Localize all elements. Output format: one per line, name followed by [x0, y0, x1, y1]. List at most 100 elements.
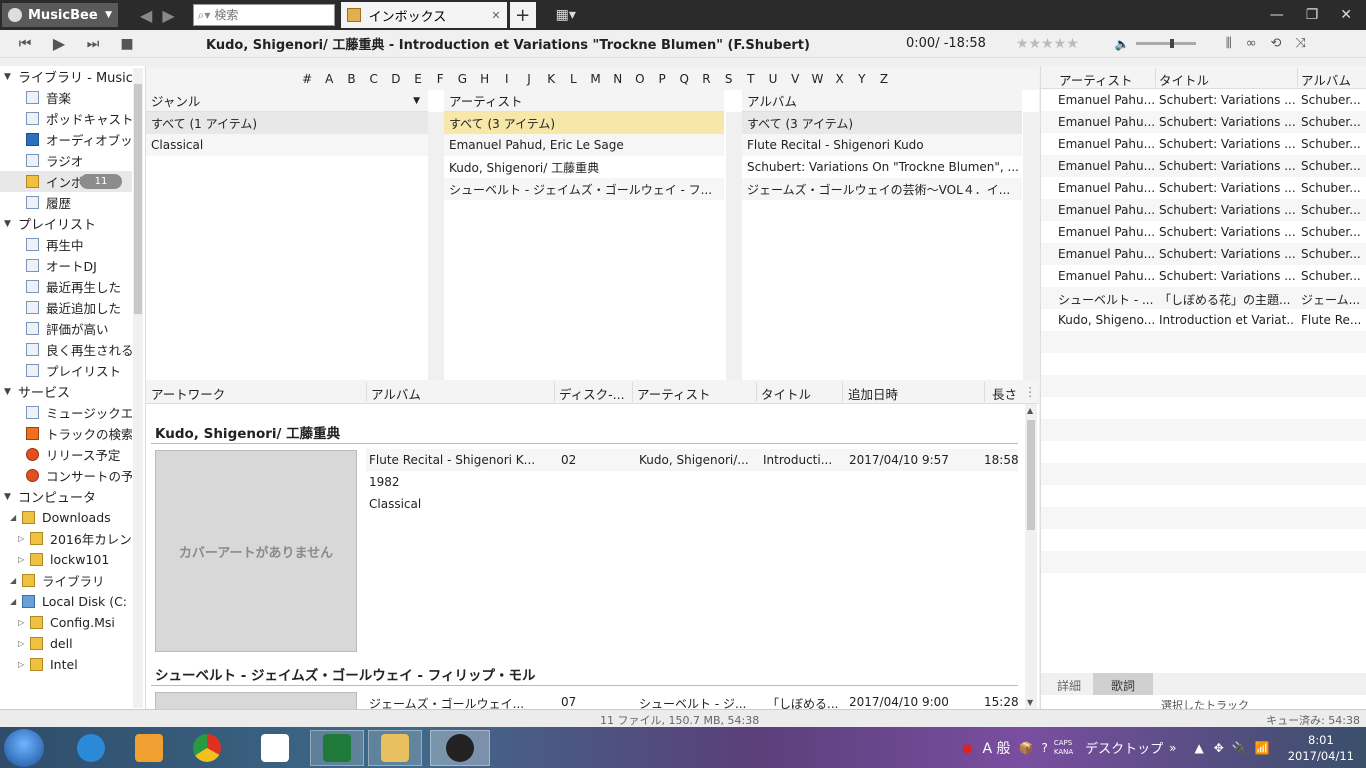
- sidebar-item[interactable]: インボックス11: [0, 171, 132, 192]
- volume-control[interactable]: 🔈: [1115, 37, 1196, 51]
- sidebar-scrollbar[interactable]: [133, 68, 143, 708]
- help-icon[interactable]: ?: [1041, 741, 1047, 755]
- library-section[interactable]: ▼ ライブラリ - Musicb: [0, 66, 145, 87]
- close-tab-icon[interactable]: ✕: [491, 9, 500, 22]
- queue-row[interactable]: シューベルト - ... 「しぼめる花」の主題... ジェーム...: [1041, 287, 1366, 309]
- expand-arrow-icon[interactable]: ◢: [10, 513, 22, 522]
- column-artist[interactable]: アーティスト: [637, 384, 711, 403]
- column-artwork[interactable]: アートワーク: [151, 384, 225, 403]
- sidebar-item[interactable]: オートDJ: [0, 255, 132, 276]
- column-title[interactable]: タイトル: [761, 384, 811, 403]
- queue-row[interactable]: Emanuel Pahu... Schubert: Variations ... S…: [1041, 89, 1366, 111]
- alphabet-letter[interactable]: Y: [851, 72, 873, 86]
- list-item[interactable]: Kudo, Shigenori/ 工藤重典: [444, 156, 724, 178]
- folder-tree-item[interactable]: ◢ ライブラリ: [0, 570, 132, 591]
- rating-stars[interactable]: ★★★★★: [1016, 36, 1079, 52]
- alphabet-letter[interactable]: R: [695, 72, 717, 86]
- forward-arrow-icon[interactable]: ▶: [162, 6, 174, 25]
- expand-arrow-icon[interactable]: ▷: [18, 555, 30, 564]
- speaker-icon[interactable]: 🔈: [1115, 37, 1130, 51]
- ime-tools-icon[interactable]: 📦: [1019, 741, 1034, 755]
- column-date-added[interactable]: 追加日時: [848, 384, 898, 403]
- collapse-arrow-icon[interactable]: ▼: [4, 72, 18, 82]
- alphabet-letter[interactable]: V: [784, 72, 806, 86]
- equalizer-icon[interactable]: ⫼: [1226, 36, 1232, 51]
- internet-explorer-icon[interactable]: [64, 730, 118, 766]
- queue-row[interactable]: Emanuel Pahu... Schubert: Variations ... S…: [1041, 243, 1366, 265]
- artist-pane-scrollbar[interactable]: [726, 112, 742, 380]
- alphabet-letter[interactable]: W: [806, 72, 828, 86]
- alphabet-letter[interactable]: O: [629, 72, 651, 86]
- playlist-section[interactable]: ▼ プレイリスト: [0, 213, 145, 234]
- excel-icon[interactable]: [310, 730, 364, 766]
- alphabet-letter[interactable]: F: [429, 72, 451, 86]
- queue-column-artist[interactable]: アーティスト: [1059, 70, 1133, 89]
- computer-section[interactable]: ▼ コンピュータ: [0, 486, 145, 507]
- folder-tree-item[interactable]: ▷ dell: [0, 633, 132, 654]
- stop-icon[interactable]: ■: [118, 36, 136, 52]
- sidebar-item[interactable]: コンサートの予: [0, 465, 132, 486]
- power-icon[interactable]: 🔌: [1232, 741, 1247, 755]
- collapse-arrow-icon[interactable]: ▼: [4, 387, 18, 397]
- alphabet-letter[interactable]: B: [340, 72, 362, 86]
- expand-arrow-icon[interactable]: ▷: [18, 618, 30, 627]
- alphabet-letter[interactable]: S: [718, 72, 740, 86]
- folder-tree-item[interactable]: ◢ Local Disk (C:: [0, 591, 132, 612]
- queue-row[interactable]: Emanuel Pahu... Schubert: Variations ... S…: [1041, 265, 1366, 287]
- volume-slider[interactable]: [1135, 39, 1196, 48]
- queue-row[interactable]: Emanuel Pahu... Schubert: Variations ... S…: [1041, 155, 1366, 177]
- alphabet-letter[interactable]: Q: [673, 72, 695, 86]
- alphabet-letter[interactable]: M: [584, 72, 606, 86]
- queue-column-title[interactable]: タイトル: [1159, 70, 1209, 89]
- sidebar-item[interactable]: ミュージックエ: [0, 402, 132, 423]
- alphabet-letter[interactable]: L: [562, 72, 584, 86]
- restore-icon[interactable]: ❐: [1306, 7, 1319, 23]
- chrome-icon[interactable]: [180, 730, 234, 766]
- folder-tree-item[interactable]: ▷ 2016年カレン: [0, 528, 132, 549]
- queue-row[interactable]: Emanuel Pahu... Schubert: Variations ... S…: [1041, 199, 1366, 221]
- queue-row[interactable]: Emanuel Pahu... Schubert: Variations ... S…: [1041, 177, 1366, 199]
- collapse-arrow-icon[interactable]: ▼: [4, 492, 18, 502]
- minimize-icon[interactable]: —: [1270, 7, 1284, 23]
- column-disc[interactable]: ディスク-...: [559, 384, 625, 403]
- expand-arrow-icon[interactable]: ▷: [18, 660, 30, 669]
- alphabet-letter[interactable]: T: [740, 72, 762, 86]
- sidebar-item[interactable]: 評価が高い: [0, 318, 132, 339]
- repeat-icon[interactable]: ⟲: [1271, 36, 1282, 51]
- alphabet-letter[interactable]: H: [474, 72, 496, 86]
- sidebar-item[interactable]: 最近追加した: [0, 297, 132, 318]
- tray-overflow-icon[interactable]: ▲: [1195, 741, 1204, 755]
- app-menu-button[interactable]: MusicBee ▼: [2, 3, 118, 27]
- alphabet-letter[interactable]: P: [651, 72, 673, 86]
- sidebar-item[interactable]: 履歴: [0, 192, 132, 213]
- alphabet-letter[interactable]: U: [762, 72, 784, 86]
- list-item[interactable]: シューベルト - ジェイムズ・ゴールウェイ - フ...: [444, 178, 724, 200]
- sidebar-item[interactable]: 最近再生した: [0, 276, 132, 297]
- chevron-down-icon[interactable]: ▼: [413, 96, 420, 106]
- queue-row[interactable]: Emanuel Pahu... Schubert: Variations ... S…: [1041, 111, 1366, 133]
- alphabet-letter[interactable]: C: [363, 72, 385, 86]
- search-input[interactable]: [214, 8, 315, 22]
- lastfm-icon[interactable]: ∞: [1246, 36, 1257, 51]
- sidebar-item[interactable]: プレイリスト: [0, 360, 132, 381]
- genre-pane-header[interactable]: ジャンル ▼: [146, 90, 428, 112]
- sidebar-item[interactable]: 良く再生される: [0, 339, 132, 360]
- folder-tree-item[interactable]: ▷ lockw101: [0, 549, 132, 570]
- column-album[interactable]: アルバム: [371, 384, 421, 403]
- alphabet-letter[interactable]: Z: [873, 72, 895, 86]
- list-item[interactable]: Emanuel Pahud, Eric Le Sage: [444, 134, 724, 156]
- back-arrow-icon[interactable]: ◀: [140, 6, 152, 25]
- column-length[interactable]: 長さ: [992, 384, 1017, 403]
- start-button[interactable]: [4, 729, 44, 767]
- list-item[interactable]: Schubert: Variations On "Trockne Blumen"…: [742, 156, 1022, 178]
- alphabet-letter[interactable]: N: [607, 72, 629, 86]
- alphabet-letter[interactable]: K: [540, 72, 562, 86]
- list-item[interactable]: Classical: [146, 134, 428, 156]
- alphabet-letter[interactable]: #: [296, 72, 318, 86]
- album-pane-header[interactable]: アルバム: [742, 90, 1022, 112]
- sidebar-item[interactable]: トラックの検索: [0, 423, 132, 444]
- expand-arrow-icon[interactable]: ▷: [18, 639, 30, 648]
- list-item[interactable]: すべて (3 アイテム): [444, 112, 724, 134]
- track-list-scrollbar[interactable]: ▲ ▼: [1025, 404, 1037, 709]
- folder-tree-item[interactable]: ◢ Downloads: [0, 507, 132, 528]
